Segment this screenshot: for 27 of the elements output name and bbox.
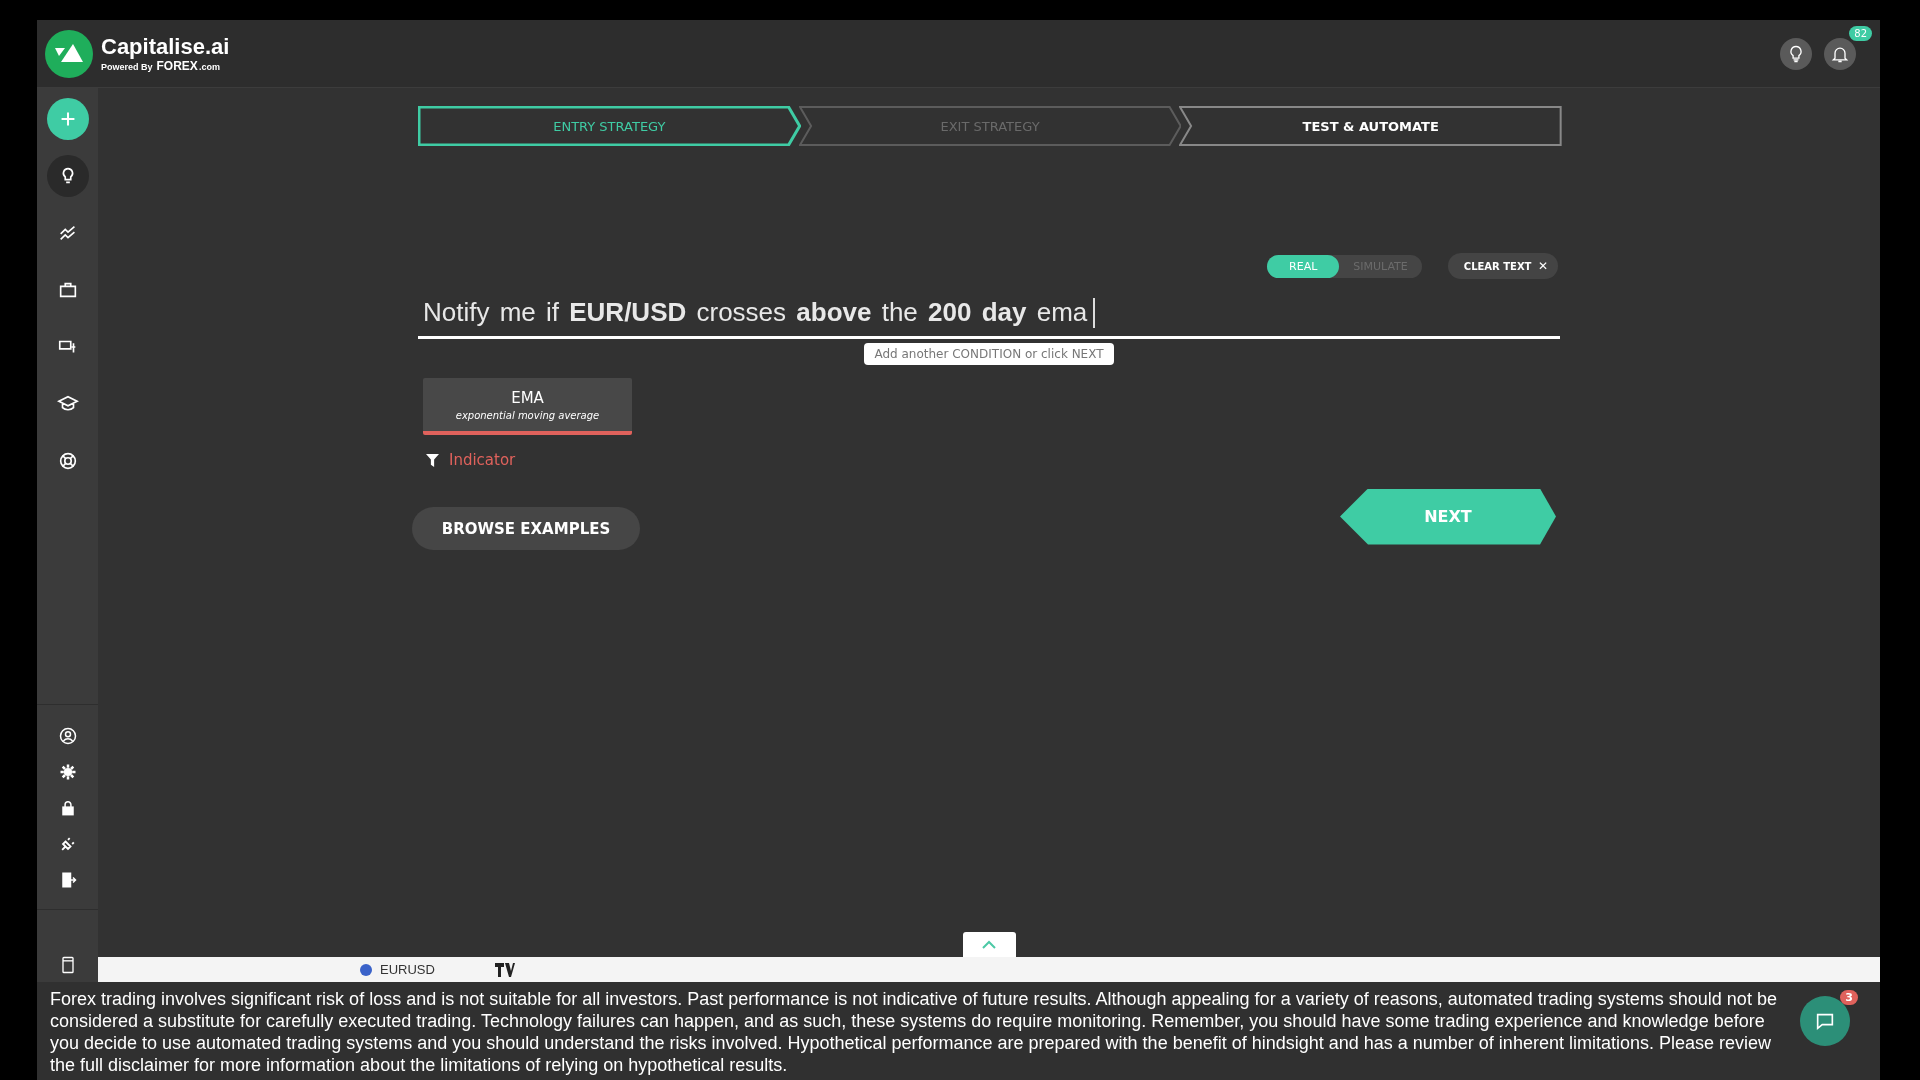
chat-badge: 3 (1840, 990, 1858, 1005)
disclaimer-text: Forex trading involves significant risk of loss and is not suitable for all investors. Past performance is not indicative of future results. Although appealing for a variety of reasons, automated trading systems should not be considered a substitute for carefully executed trading. Technology failures can happen, and as such, these systems do require monitoring. Remember, you should have some trading experience and knowledge before you decide to use automated trading systems and you should understand the risks involved. Hypothetical performance are prepared with the benefit of hindsight and has a number of inherent limitations. Please review the full disclaimer for more information about the limitations of relying on hypothetical results. (50, 988, 1778, 1076)
user-icon (57, 726, 78, 746)
partner-suffix: .com (198, 61, 220, 72)
partner-name: FOREX (156, 58, 198, 73)
symbol-label: EURUSD (380, 962, 435, 977)
powered-by-label: Powered By (101, 61, 153, 72)
browse-examples-button[interactable]: BROWSE EXAMPLES (412, 507, 640, 550)
filter-label: Indicator (449, 451, 516, 469)
lightbulb-button[interactable] (1780, 37, 1812, 70)
notifications-button[interactable] (1824, 37, 1856, 70)
add-button[interactable] (46, 98, 89, 140)
chevron-up-icon (981, 939, 997, 950)
notification-count-badge: 82 (1849, 25, 1872, 41)
suggestion-card[interactable]: EMA exponential moving average (423, 378, 632, 435)
strategy-input-field[interactable]: Notify me if EUR/USD crosses above the 200 day ema (418, 297, 1560, 339)
clear-text-button[interactable]: CLEAR TEXT ✕ (1447, 253, 1558, 279)
brand-name: Capitalise.ai (101, 34, 230, 59)
step-tab[interactable]: ENTRY STRATEGY (418, 106, 801, 146)
sidebar-lightbulb-button[interactable] (46, 155, 89, 197)
currency-flag-icon (360, 963, 372, 976)
text-cursor (1093, 297, 1096, 328)
tv-logo-icon (494, 962, 515, 977)
logo-icon (45, 29, 93, 78)
step-tab[interactable]: TEST & AUTOMATE (1179, 106, 1562, 146)
hint-tooltip: Add another CONDITION or click NEXT (864, 343, 1114, 365)
filter-icon (426, 453, 439, 467)
